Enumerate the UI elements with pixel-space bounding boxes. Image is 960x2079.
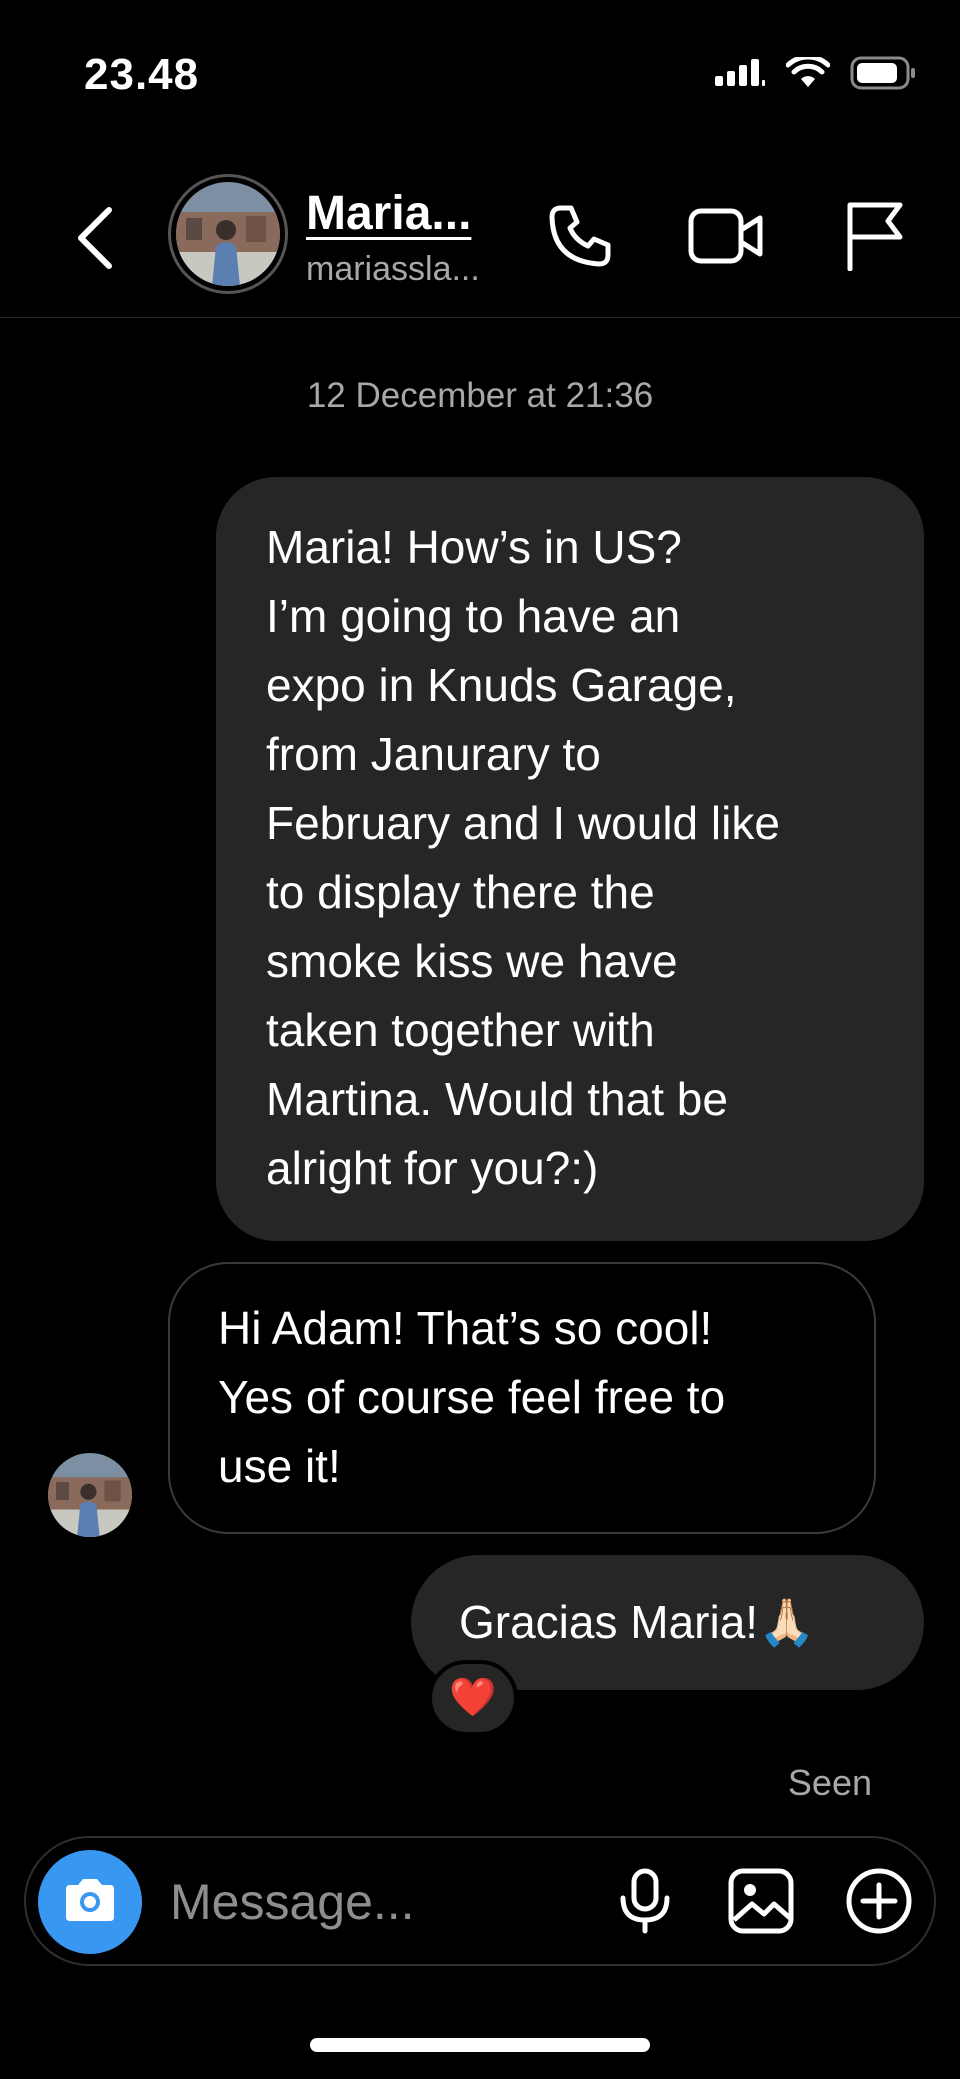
- message-line: taken together with: [266, 1004, 655, 1056]
- camera-icon: [62, 1877, 118, 1928]
- sender-avatar[interactable]: [48, 1453, 132, 1537]
- flag-icon: [844, 201, 904, 276]
- message-line: February and I would like: [266, 797, 780, 849]
- gallery-icon: [728, 1868, 794, 1939]
- message-line: expo in Knuds Garage,: [266, 659, 737, 711]
- message-line: Yes of course feel free to: [218, 1371, 726, 1423]
- message-input[interactable]: [170, 1870, 570, 1934]
- plus-circle-icon: [845, 1867, 913, 1940]
- voice-message-button[interactable]: [604, 1862, 686, 1944]
- message-text: Gracias Maria!: [459, 1596, 759, 1648]
- phone-icon: [547, 203, 613, 274]
- message-line: alright for you?:): [266, 1142, 599, 1194]
- heart-reaction[interactable]: ❤️: [428, 1660, 518, 1736]
- praying-hands-emoji: 🙏🏻: [758, 1596, 816, 1648]
- contact-username[interactable]: mariassla...: [306, 250, 480, 289]
- video-call-button[interactable]: [686, 198, 766, 278]
- status-bar: 23.48: [0, 0, 960, 150]
- avatar-image: [176, 182, 280, 286]
- video-camera-icon: [688, 208, 764, 269]
- message-line: Maria! How’s in US?: [266, 521, 682, 573]
- camera-button[interactable]: [38, 1850, 142, 1954]
- wifi-icon: [785, 54, 831, 94]
- call-button[interactable]: [540, 198, 620, 278]
- cellular-signal-icon: [714, 58, 766, 93]
- contact-name[interactable]: Maria...: [306, 186, 471, 241]
- report-button[interactable]: [834, 198, 914, 278]
- chat-header: Maria... mariassla...: [0, 160, 960, 318]
- message-line: Martina. Would that be: [266, 1073, 728, 1125]
- battery-icon: [850, 56, 916, 95]
- message-timestamp: 12 December at 21:36: [306, 376, 654, 415]
- status-icons: [714, 54, 916, 95]
- more-options-button[interactable]: [838, 1862, 920, 1944]
- message-line: from Janurary to: [266, 728, 601, 780]
- message-line: I’m going to have an: [266, 590, 681, 642]
- status-time: 23.48: [84, 50, 200, 99]
- gallery-button[interactable]: [720, 1862, 802, 1944]
- microphone-icon: [618, 1868, 672, 1939]
- home-indicator[interactable]: [310, 2038, 650, 2052]
- message-line: use it!: [218, 1440, 341, 1492]
- contact-avatar[interactable]: [168, 174, 288, 294]
- seen-status: Seen: [787, 1762, 872, 1803]
- message-composer: [24, 1836, 936, 1966]
- outgoing-message[interactable]: Maria! How’s in US? I’m going to have an…: [216, 477, 924, 1241]
- heart-icon: ❤️: [449, 1677, 497, 1719]
- back-button[interactable]: [60, 200, 130, 280]
- message-line: smoke kiss we have: [266, 935, 678, 987]
- back-chevron-icon: [75, 206, 115, 275]
- message-line: to display there the: [266, 866, 655, 918]
- message-line: Hi Adam! That’s so cool!: [218, 1302, 713, 1354]
- incoming-message[interactable]: Hi Adam! That’s so cool! Yes of course f…: [168, 1262, 876, 1534]
